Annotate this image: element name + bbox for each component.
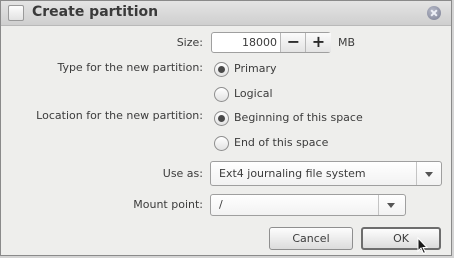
dialog-title: Create partition bbox=[32, 4, 159, 20]
radio-beginning[interactable]: Beginning of this space bbox=[214, 111, 454, 127]
create-partition-dialog: Create partition Size: 18000 − + MB Type… bbox=[0, 0, 452, 256]
radio-unselected-icon[interactable] bbox=[214, 87, 229, 102]
use-as-label: Use as: bbox=[162, 167, 203, 180]
size-input[interactable]: 18000 bbox=[212, 36, 277, 49]
ok-button[interactable]: OK bbox=[361, 227, 441, 250]
title-bar[interactable]: Create partition bbox=[1, 1, 451, 26]
size-unit: MB bbox=[338, 36, 356, 49]
size-spinbox[interactable]: 18000 − + bbox=[211, 32, 331, 53]
mouse-pointer-icon bbox=[417, 237, 429, 255]
use-as-dropdown[interactable]: Ext4 journaling file system bbox=[210, 161, 442, 186]
radio-selected-icon[interactable] bbox=[214, 62, 229, 77]
partition-type-label: Type for the new partition: bbox=[57, 61, 203, 74]
partition-location-label: Location for the new partition: bbox=[36, 109, 203, 122]
use-as-value: Ext4 journaling file system bbox=[219, 167, 366, 180]
chevron-down-icon[interactable] bbox=[416, 162, 441, 185]
window-checkbox-icon[interactable] bbox=[8, 5, 24, 21]
radio-primary[interactable]: Primary bbox=[214, 62, 454, 78]
chevron-down-icon[interactable] bbox=[378, 195, 403, 215]
radio-end[interactable]: End of this space bbox=[214, 136, 454, 152]
increment-button[interactable]: + bbox=[305, 33, 331, 52]
radio-logical-label: Logical bbox=[234, 87, 273, 100]
mount-point-label: Mount point: bbox=[133, 198, 203, 211]
radio-end-label: End of this space bbox=[234, 136, 329, 149]
radio-logical[interactable]: Logical bbox=[214, 87, 454, 103]
cancel-button[interactable]: Cancel bbox=[269, 227, 353, 250]
close-icon[interactable] bbox=[427, 6, 441, 20]
radio-selected-icon[interactable] bbox=[214, 111, 229, 126]
mount-point-value[interactable]: / bbox=[219, 198, 223, 211]
radio-primary-label: Primary bbox=[234, 62, 277, 75]
radio-unselected-icon[interactable] bbox=[214, 136, 229, 151]
decrement-button[interactable]: − bbox=[280, 33, 306, 52]
mount-point-combobox[interactable]: / bbox=[210, 194, 406, 216]
radio-beginning-label: Beginning of this space bbox=[234, 111, 363, 124]
size-label: Size: bbox=[176, 36, 203, 49]
